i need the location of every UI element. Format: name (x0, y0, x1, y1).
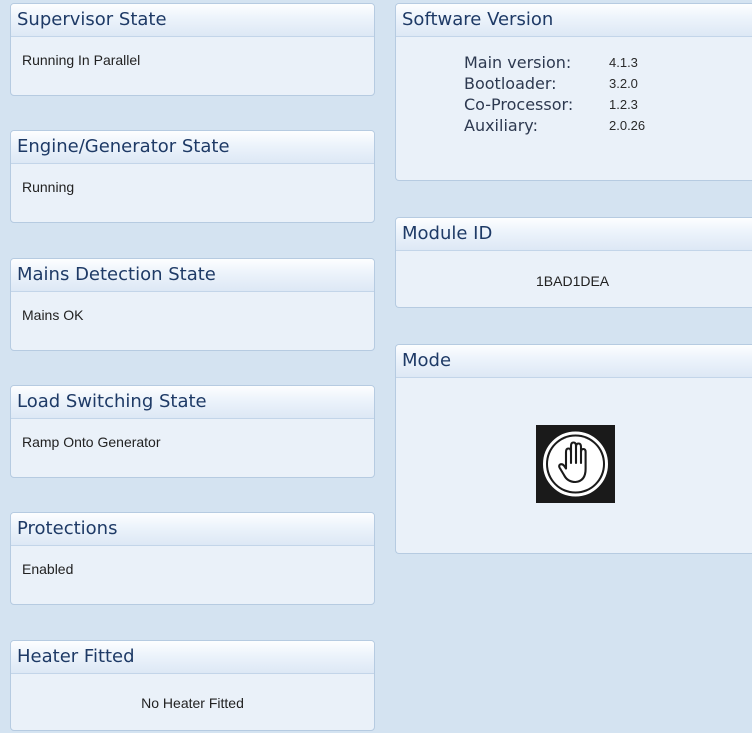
mains-detection-state-value: Mains OK (22, 307, 84, 323)
co-processor-value: 1.2.3 (609, 97, 638, 112)
main-version-value: 4.1.3 (609, 55, 638, 70)
bootloader-value: 3.2.0 (609, 76, 638, 91)
software-version-row: Auxiliary: 2.0.26 (464, 115, 645, 136)
auxiliary-label: Auxiliary: (464, 116, 538, 135)
supervisor-state-panel: Supervisor State Running In Parallel (10, 3, 375, 96)
mains-detection-state-title: Mains Detection State (11, 259, 374, 292)
software-version-title: Software Version (396, 4, 752, 37)
engine-generator-state-panel: Engine/Generator State Running (10, 130, 375, 223)
software-version-row: Main version: 4.1.3 (464, 52, 645, 73)
heater-fitted-title: Heater Fitted (11, 641, 374, 674)
engine-generator-state-value: Running (22, 179, 75, 195)
module-id-title: Module ID (396, 218, 752, 251)
load-switching-state-panel: Load Switching State Ramp Onto Generator (10, 385, 375, 478)
module-id-value: 1BAD1DEA (536, 273, 610, 289)
heater-fitted-panel: Heater Fitted No Heater Fitted (10, 640, 375, 731)
mode-panel: Mode (395, 344, 752, 554)
engine-generator-state-title: Engine/Generator State (11, 131, 374, 164)
module-id-panel: Module ID 1BAD1DEA (395, 217, 752, 308)
load-switching-state-title: Load Switching State (11, 386, 374, 419)
main-version-label: Main version: (464, 53, 572, 72)
protections-value: Enabled (22, 561, 74, 577)
heater-fitted-value: No Heater Fitted (141, 695, 244, 711)
co-processor-label: Co-Processor: (464, 95, 574, 114)
supervisor-state-value: Running In Parallel (22, 52, 141, 68)
protections-title: Protections (11, 513, 374, 546)
software-version-row: Bootloader: 3.2.0 (464, 73, 645, 94)
software-version-table: Main version: 4.1.3 Bootloader: 3.2.0 Co… (464, 52, 645, 136)
load-switching-state-value: Ramp Onto Generator (22, 434, 161, 450)
mode-title: Mode (396, 345, 752, 378)
protections-panel: Protections Enabled (10, 512, 375, 605)
mains-detection-state-panel: Mains Detection State Mains OK (10, 258, 375, 351)
auxiliary-value: 2.0.26 (609, 118, 646, 133)
manual-mode-hand-icon (536, 425, 615, 503)
software-version-panel: Software Version Main version: 4.1.3 Boo… (395, 3, 752, 181)
supervisor-state-title: Supervisor State (11, 4, 374, 37)
software-version-row: Co-Processor: 1.2.3 (464, 94, 645, 115)
bootloader-label: Bootloader: (464, 74, 557, 93)
